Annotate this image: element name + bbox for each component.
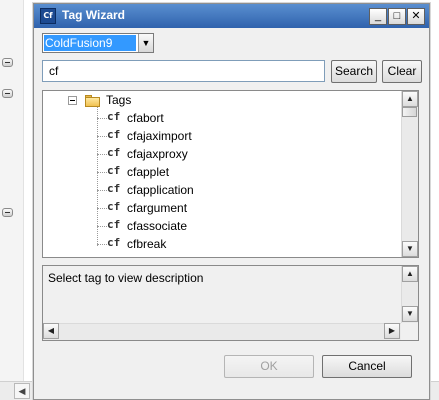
tree-item-label: cfabort xyxy=(127,111,164,125)
dropdown-arrow-icon[interactable]: ▼ xyxy=(138,34,153,52)
editor-scroll-left-icon[interactable]: ◀ xyxy=(14,383,30,399)
tag-tree[interactable] xyxy=(42,90,419,258)
fold-marker-icon[interactable] xyxy=(2,58,13,67)
minimize-button[interactable]: _ xyxy=(369,8,387,25)
description-text: Select tag to view description xyxy=(48,271,204,285)
scrollbar-thumb[interactable] xyxy=(402,107,417,117)
tree-item-label: cfbreak xyxy=(127,237,167,251)
scroll-down-icon[interactable]: ▼ xyxy=(402,306,418,322)
tree-item-label: cfapplet xyxy=(127,165,170,179)
ok-button[interactable]: OK xyxy=(224,355,314,378)
search-input[interactable] xyxy=(42,60,325,82)
cf-tag-icon: cf xyxy=(107,200,121,213)
scroll-up-icon[interactable]: ▲ xyxy=(402,266,418,282)
tree-item-label: cfassociate xyxy=(127,219,188,233)
scroll-left-icon[interactable]: ◀ xyxy=(43,323,59,339)
clear-button[interactable]: Clear xyxy=(382,60,422,83)
cf-tag-icon: cf xyxy=(107,146,121,159)
maximize-button[interactable]: □ xyxy=(388,8,406,25)
cf-tag-icon: cf xyxy=(107,164,121,177)
scroll-down-icon[interactable]: ▼ xyxy=(402,241,418,257)
search-button[interactable]: Search xyxy=(331,60,377,83)
fold-marker-icon[interactable] xyxy=(2,208,13,217)
folder-open-icon xyxy=(85,95,101,107)
cancel-button[interactable]: Cancel xyxy=(322,355,412,378)
fold-marker-icon[interactable] xyxy=(2,89,13,98)
scroll-up-icon[interactable]: ▲ xyxy=(402,91,418,107)
tree-item-label: cfajaximport xyxy=(127,129,192,143)
cf-tag-icon: cf xyxy=(107,236,121,249)
collapse-icon[interactable] xyxy=(68,96,77,105)
tree-item-label: cfajaxproxy xyxy=(127,147,188,161)
window-title: Tag Wizard xyxy=(62,8,126,22)
cf-tag-icon: cf xyxy=(107,110,121,123)
coldfusion-app-icon: Cf xyxy=(40,8,56,24)
tree-root-tags[interactable]: Tags xyxy=(106,93,131,107)
language-select-value: ColdFusion9 xyxy=(44,35,136,51)
tree-item-label: cfargument xyxy=(127,201,188,215)
tree-item-label: cfapplication xyxy=(127,183,194,197)
close-button[interactable]: ✕ xyxy=(407,8,425,25)
description-horizontal-scrollbar[interactable] xyxy=(43,323,401,340)
cf-tag-icon: cf xyxy=(107,128,121,141)
scroll-right-icon[interactable]: ▶ xyxy=(384,323,400,339)
cf-tag-icon: cf xyxy=(107,182,121,195)
cf-tag-icon: cf xyxy=(107,218,121,231)
